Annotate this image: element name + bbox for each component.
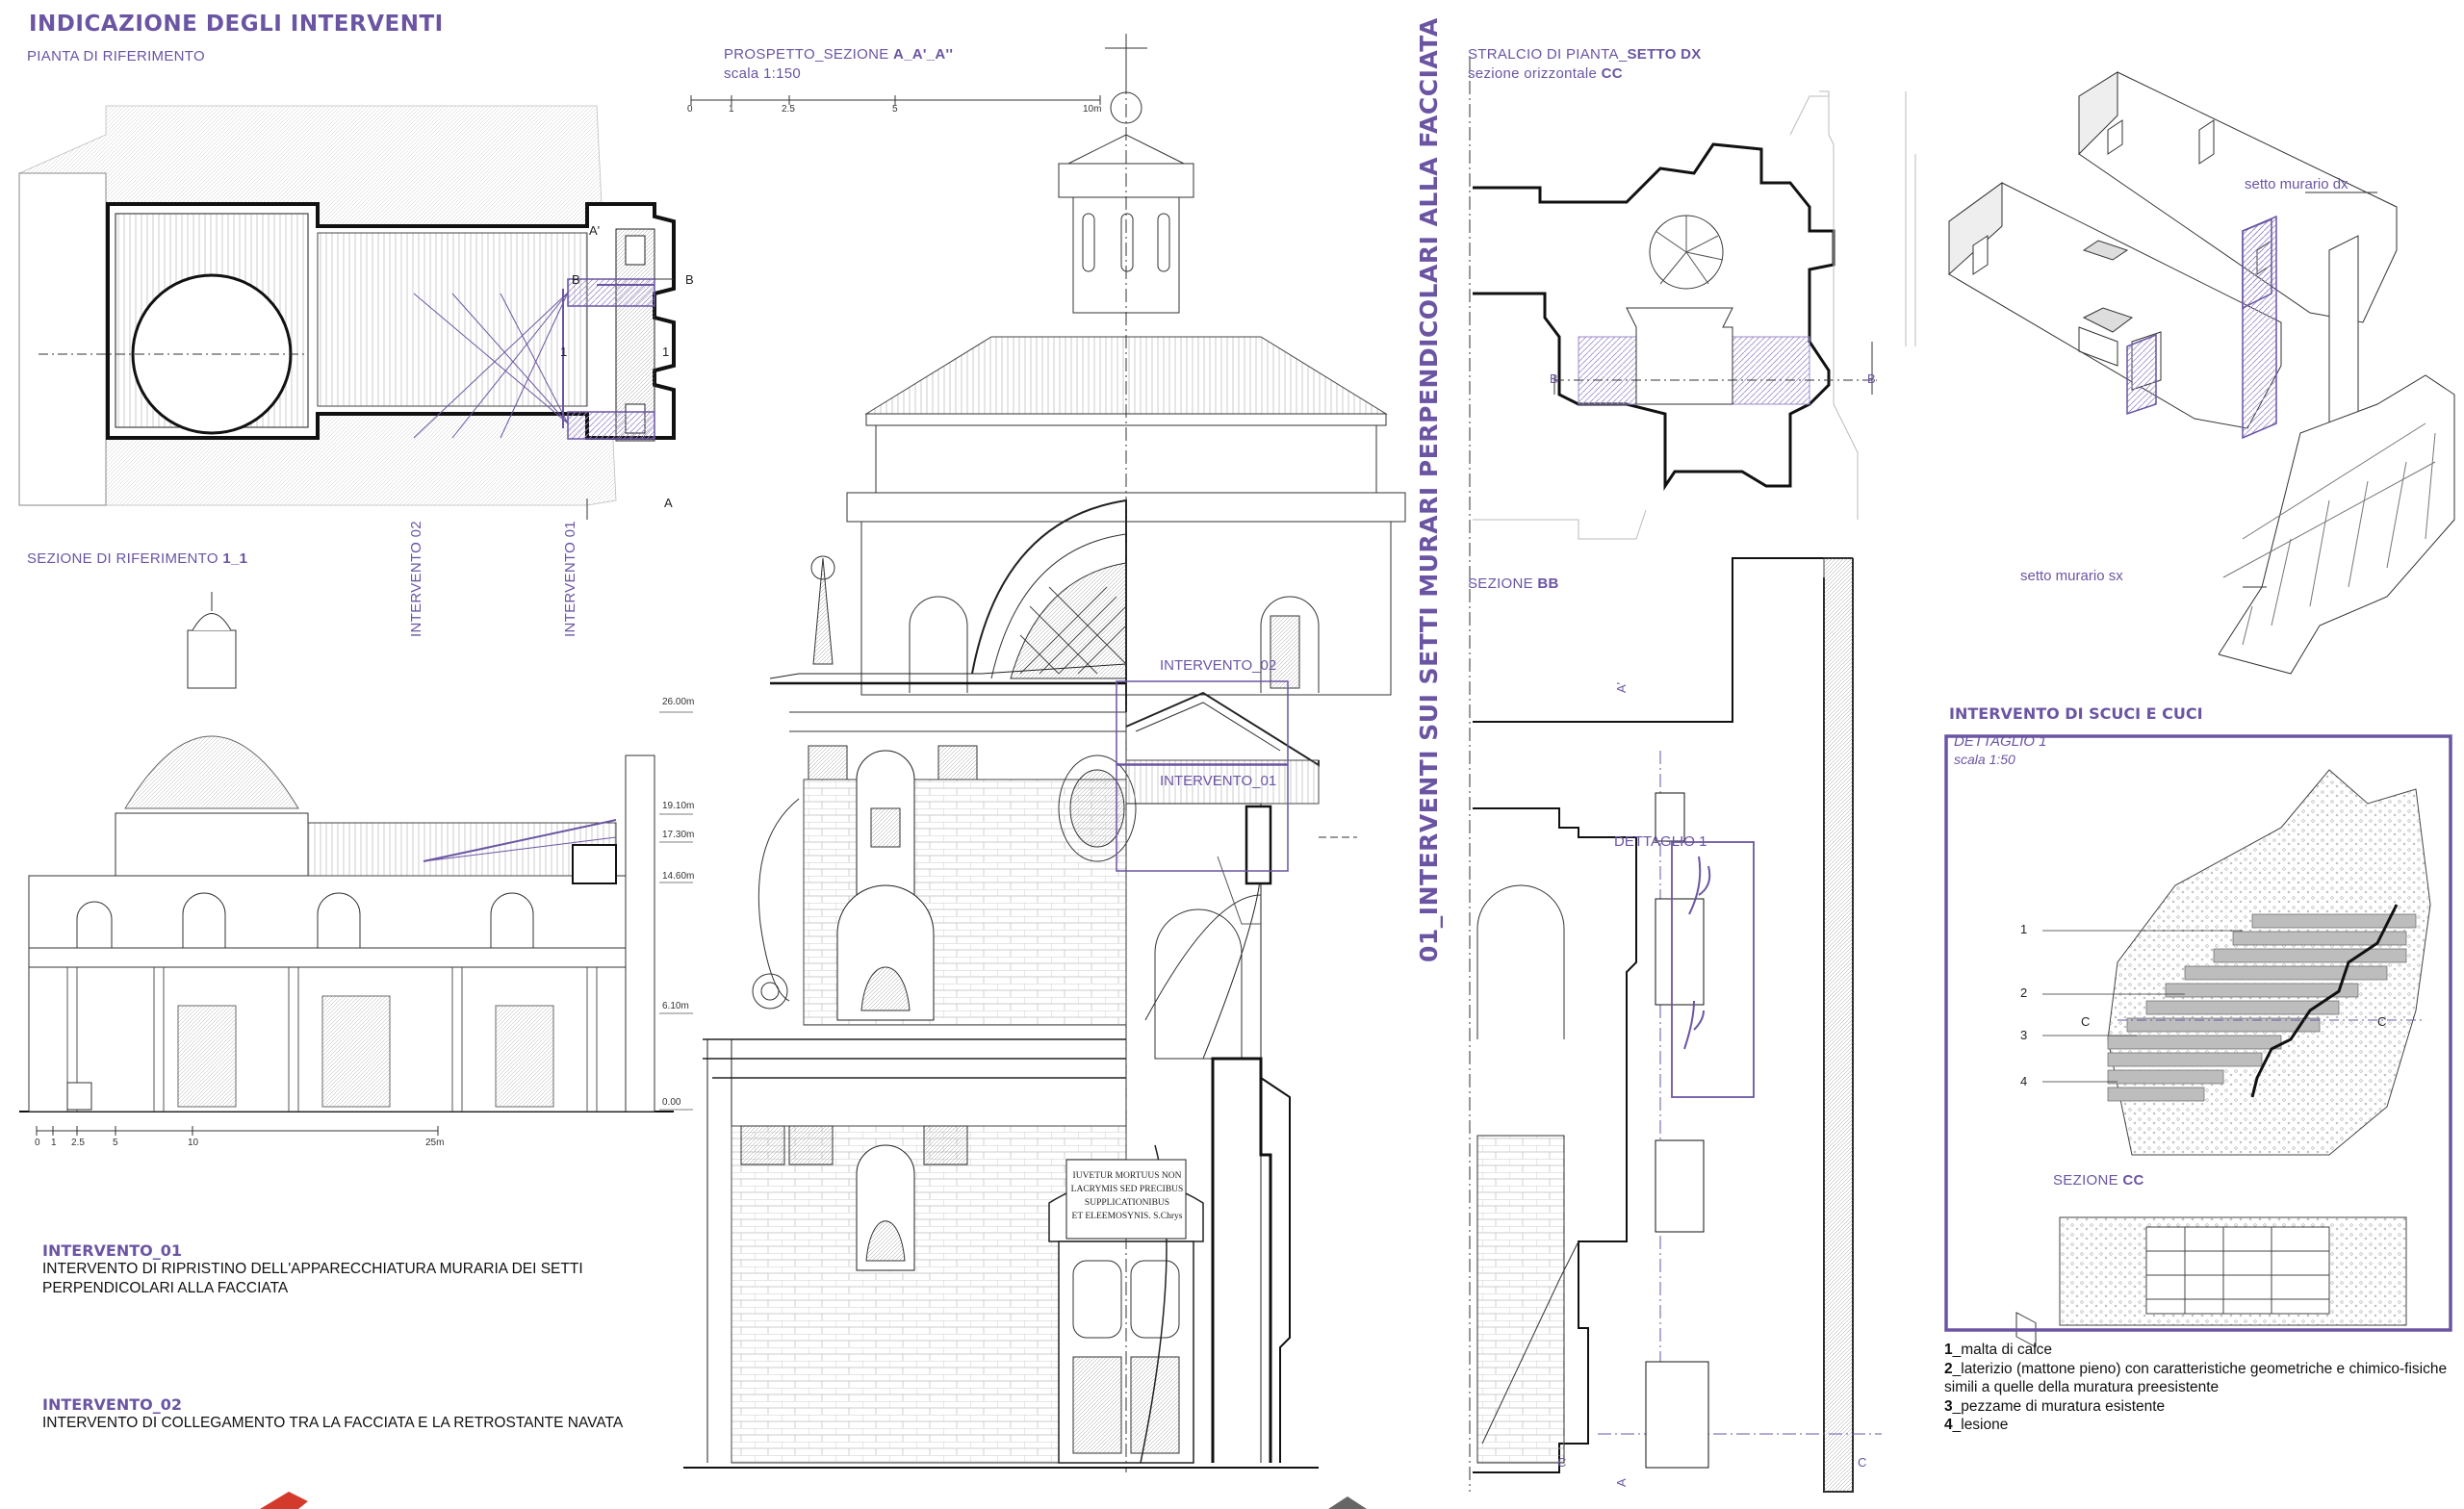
detail-panel-title: INTERVENTO DI SCUCI E CUCI: [1949, 704, 2203, 723]
scale-tick: 0: [35, 1138, 40, 1148]
plan-drawing: [18, 105, 676, 520]
marker-b-right: B: [685, 272, 694, 287]
marker-a-prime: A': [589, 223, 601, 238]
marker-c: C: [2081, 1014, 2091, 1029]
section-title: SEZIONE DI RIFERIMENTO 1_1: [27, 550, 248, 567]
plan-detail-drawing: [1473, 90, 1916, 540]
section-drawing: [19, 592, 693, 1136]
detail-scale: scala 1:50: [1954, 752, 2015, 767]
plan-detail-subtitle: sezione orizzontale CC: [1468, 65, 1623, 82]
intervento-02-block: INTERVENTO_02 INTERVENTO DI COLLEGAMENTO…: [42, 1395, 735, 1433]
scale-tick: 1: [51, 1138, 57, 1148]
intervento-01-block: INTERVENTO_01 INTERVENTO DI RIPRISTINO D…: [42, 1241, 668, 1298]
elevation-title: PROSPETTO_SEZIONE A_A'_A'': [724, 46, 954, 63]
marker-a: A: [664, 496, 673, 510]
scale-tick: 10: [188, 1138, 199, 1148]
elevation-drawing: [683, 34, 1406, 1472]
legend-item: 1_malta di calce: [1944, 1342, 2053, 1358]
marker-a-prime: A': [1614, 681, 1629, 693]
level-label: 0.00: [662, 1097, 681, 1108]
wall-sx-label: setto murario sx: [2020, 568, 2123, 584]
scale-tick: 25m: [425, 1138, 445, 1148]
legend-item: 3_pezzame di muratura esistente: [1944, 1397, 2166, 1415]
legend-item: 4_lesione: [1944, 1417, 2009, 1433]
intervento-01-heading: INTERVENTO_01: [42, 1241, 182, 1260]
marker-one: 1: [560, 345, 568, 359]
elevation-scale: scala 1:150: [724, 65, 802, 82]
elevation-intervento-01: INTERVENTO_01: [1160, 773, 1277, 789]
intervento-02-text: INTERVENTO DI COLLEGAMENTO TRA LA FACCIA…: [42, 1415, 624, 1431]
detail-num: 3: [2020, 1028, 2028, 1042]
detail-num: 2: [2020, 985, 2028, 1000]
plan-detail-title: STRALCIO DI PIANTA_SETTO DX: [1468, 46, 1702, 63]
scale-tick: 0: [687, 104, 693, 115]
scale-tick: 2.5: [782, 104, 795, 115]
level-label: 26.00m: [662, 697, 695, 707]
elevation-intervento-02: INTERVENTO_02: [1160, 657, 1277, 674]
marker-a: A: [1614, 1478, 1629, 1487]
fragment-mark: [260, 1492, 308, 1509]
legend: 1_malta di calce 2_laterizio (mattone pi…: [1944, 1341, 2454, 1435]
marker-b: B: [1550, 371, 1558, 386]
level-label: 19.10m: [662, 801, 695, 811]
fragment-mark: [1328, 1496, 1367, 1509]
marker-one-right: 1: [662, 345, 670, 359]
plan-intervento-02-label: INTERVENTO 02: [408, 521, 424, 637]
intervento-01-text: INTERVENTO DI RIPRISTINO DELL'APPARECCHI…: [42, 1261, 583, 1296]
marker-b: B: [572, 272, 580, 287]
dettaglio-label: DETTAGLIO 1: [1614, 833, 1707, 850]
level-label: 14.60m: [662, 871, 695, 882]
inscription-plaque: IUVETUR MORTUUS NON LACRYMIS SED PRECIBU…: [1070, 1171, 1184, 1221]
marker-c-right: C: [2377, 1014, 2387, 1029]
plan-intervento-01-label: INTERVENTO 01: [562, 521, 578, 637]
scale-tick: 2.5: [71, 1138, 85, 1148]
detail-label: DETTAGLIO 1: [1954, 733, 2047, 750]
level-label: 17.30m: [662, 830, 695, 840]
legend-item: 2_laterizio (mattone pieno) con caratter…: [1944, 1360, 2448, 1396]
scale-tick: 5: [892, 104, 898, 115]
marker-c-right: C: [1858, 1455, 1867, 1470]
detail-num: 1: [2020, 922, 2028, 936]
wall-dx-label: setto murario dx: [2245, 176, 2348, 192]
section-bb-drawing: [1473, 557, 1882, 1493]
marker-b-right: B: [1867, 371, 1876, 386]
level-label: 6.10m: [662, 1001, 689, 1011]
intervento-02-heading: INTERVENTO_02: [42, 1395, 182, 1414]
scale-tick: 1: [729, 104, 734, 115]
scale-tick: 5: [113, 1138, 118, 1148]
plan-label: PIANTA DI RIFERIMENTO: [27, 48, 205, 64]
section-cc-title: SEZIONE CC: [2053, 1172, 2144, 1189]
detail-num: 4: [2020, 1074, 2028, 1088]
central-vertical-title: 01_INTERVENTI SUI SETTI MURARI PERPENDIC…: [1415, 17, 1443, 962]
section-bb-title: SEZIONE BB: [1468, 575, 1559, 592]
page-title: INDICAZIONE DEGLI INTERVENTI: [29, 12, 444, 37]
scale-tick: 10m: [1083, 104, 1102, 115]
marker-c: C: [1557, 1455, 1567, 1470]
